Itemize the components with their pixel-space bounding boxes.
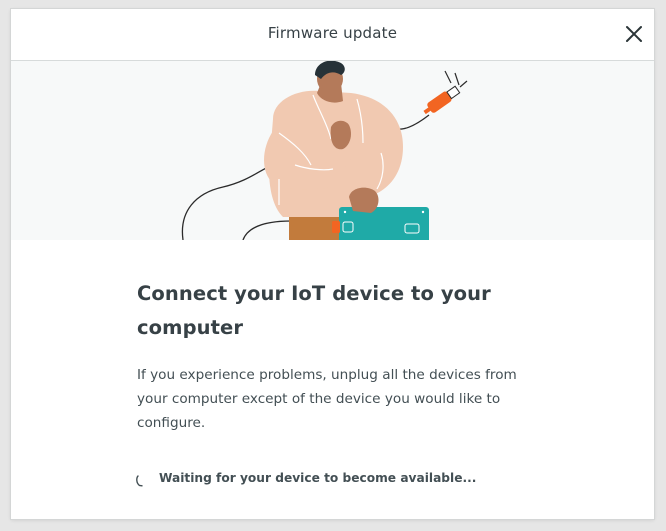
dialog-description: If you experience problems, unplug all t… xyxy=(137,367,517,431)
waiting-status: Waiting for your device to become availa… xyxy=(135,471,477,487)
dialog-title: Firmware update xyxy=(267,24,398,42)
hero-illustration xyxy=(11,61,654,240)
status-text: Waiting for your device to become availa… xyxy=(159,471,477,485)
dialog-content: Connect your IoT device to your computer… xyxy=(137,277,527,435)
close-icon[interactable] xyxy=(623,23,645,45)
person-plugging-device-illustration xyxy=(181,61,468,240)
loading-spinner-icon xyxy=(135,472,147,487)
firmware-update-dialog: Firmware update Connect your IoT device … xyxy=(11,9,654,519)
dialog-heading: Connect your IoT device to your computer xyxy=(137,282,491,339)
dialog-header: Firmware update xyxy=(11,9,654,61)
